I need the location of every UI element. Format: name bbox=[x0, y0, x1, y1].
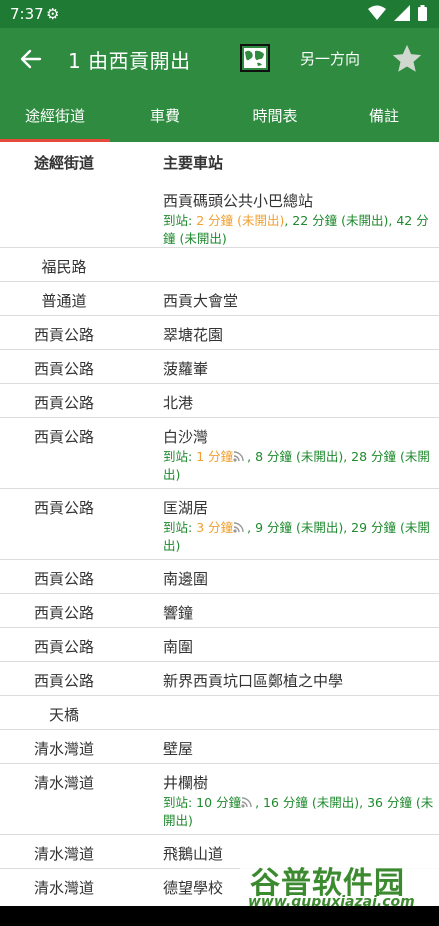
tab-timetable[interactable]: 時間表 bbox=[220, 90, 330, 142]
list-item[interactable]: 西貢公路 菠蘿輋 bbox=[0, 350, 439, 384]
stop-name: 飛鵝山道 bbox=[163, 845, 224, 863]
list-item[interactable]: 西貢公路 南邊圍 bbox=[0, 560, 439, 594]
battery-icon bbox=[418, 5, 427, 21]
tab-fare[interactable]: 車費 bbox=[110, 90, 220, 142]
street-name: 西貢公路 bbox=[33, 604, 94, 622]
list-item[interactable]: 西貢公路 匡湖居 到站: 3 分鐘, 9 分鐘 (未開出), 29 分鐘 (未開… bbox=[0, 489, 439, 560]
eta-text: 到站: 3 分鐘, 9 分鐘 (未開出), 29 分鐘 (未開出) bbox=[163, 520, 430, 553]
stop-name: 壁屋 bbox=[163, 740, 194, 758]
stop-name: 響鐘 bbox=[163, 604, 194, 622]
stop-name: 南邊圍 bbox=[163, 570, 209, 588]
list-item[interactable]: 西貢公路 白沙灣 到站: 1 分鐘, 8 分鐘 (未開出), 28 分鐘 (未開… bbox=[0, 418, 439, 489]
street-name: 天橋 bbox=[48, 706, 79, 724]
list-item[interactable]: 福民路 bbox=[0, 248, 439, 282]
gear-icon: ⚙ bbox=[46, 5, 60, 23]
eta-text: 到站: 2 分鐘 (未開出), 22 分鐘 (未開出), 42 分鐘 (未開出) bbox=[163, 213, 429, 246]
route-stop-list[interactable]: 途經街道 主要車站 西貢碼頭公共小巴總站 到站: 2 分鐘 (未開出), 22 … bbox=[0, 142, 439, 903]
header-stop: 主要車站 bbox=[163, 154, 224, 172]
header-street: 途經街道 bbox=[33, 154, 94, 172]
street-name: 清水灣道 bbox=[33, 774, 94, 792]
list-item[interactable]: 西貢公路 南圍 bbox=[0, 628, 439, 662]
stop-name: 新界西貢坑口區鄭植之中學 bbox=[163, 672, 344, 690]
tab-remarks[interactable]: 備註 bbox=[329, 90, 439, 142]
street-name: 西貢公路 bbox=[33, 570, 94, 588]
star-icon[interactable] bbox=[390, 42, 424, 76]
list-item[interactable]: 清水灣道 井欄樹 到站: 10 分鐘, 16 分鐘 (未開出), 36 分鐘 (… bbox=[0, 764, 439, 835]
stop-name: 南圍 bbox=[163, 638, 194, 656]
status-icons bbox=[368, 5, 427, 21]
stop-name: 北港 bbox=[163, 394, 194, 412]
street-name: 西貢公路 bbox=[33, 638, 94, 656]
list-item[interactable]: 天橋 bbox=[0, 696, 439, 730]
stop-name: 西貢碼頭公共小巴總站 bbox=[163, 192, 314, 210]
wifi-icon bbox=[368, 5, 386, 20]
app-bar: 1 由西貢開出 另一方向 bbox=[0, 28, 439, 90]
street-name: 西貢公路 bbox=[33, 499, 94, 517]
list-item[interactable]: 西貢公路 北港 bbox=[0, 384, 439, 418]
street-name: 西貢公路 bbox=[33, 672, 94, 690]
list-item[interactable]: 西貢公路 新界西貢坑口區鄭植之中學 bbox=[0, 662, 439, 696]
map-icon[interactable] bbox=[240, 44, 270, 72]
street-name: 福民路 bbox=[41, 258, 87, 276]
other-direction-button[interactable]: 另一方向 bbox=[300, 48, 360, 69]
signal-icon bbox=[394, 5, 410, 21]
list-item[interactable]: 普通道 西貢大會堂 bbox=[0, 282, 439, 316]
status-time: 7:37 bbox=[10, 5, 44, 23]
list-item[interactable]: 西貢公路 響鐘 bbox=[0, 594, 439, 628]
realtime-signal-icon bbox=[233, 451, 244, 462]
street-name: 普通道 bbox=[41, 292, 87, 310]
list-item[interactable]: 西貢公路 翠塘花園 bbox=[0, 316, 439, 350]
status-bar: 7:37 ⚙ bbox=[0, 0, 439, 28]
list-item[interactable]: 西貢碼頭公共小巴總站 到站: 2 分鐘 (未開出), 22 分鐘 (未開出), … bbox=[0, 182, 439, 248]
street-name: 西貢公路 bbox=[33, 360, 94, 378]
stop-name: 西貢大會堂 bbox=[163, 292, 239, 310]
street-name: 清水灣道 bbox=[33, 879, 94, 897]
list-header: 途經街道 主要車站 bbox=[0, 142, 439, 182]
stop-name: 翠塘花園 bbox=[163, 326, 224, 344]
tab-bar: 途經街道 車費 時間表 備註 bbox=[0, 90, 439, 142]
stop-name: 德望學校 bbox=[163, 879, 224, 897]
street-name: 清水灣道 bbox=[33, 740, 94, 758]
street-name: 清水灣道 bbox=[33, 845, 94, 863]
eta-text: 到站: 10 分鐘, 16 分鐘 (未開出), 36 分鐘 (未開出) bbox=[163, 795, 434, 828]
street-name: 西貢公路 bbox=[33, 428, 94, 446]
eta-text: 到站: 1 分鐘, 8 分鐘 (未開出), 28 分鐘 (未開出) bbox=[163, 449, 430, 482]
stop-name: 匡湖居 bbox=[163, 499, 209, 517]
page-title: 1 由西貢開出 bbox=[68, 49, 191, 73]
realtime-signal-icon bbox=[233, 522, 244, 533]
street-name: 西貢公路 bbox=[33, 326, 94, 344]
realtime-signal-icon bbox=[241, 797, 252, 808]
stop-name: 菠蘿輋 bbox=[163, 360, 209, 378]
stop-name: 白沙灣 bbox=[163, 428, 209, 446]
street-name: 西貢公路 bbox=[33, 394, 94, 412]
back-arrow-icon[interactable] bbox=[14, 42, 48, 76]
list-item[interactable]: 清水灣道 壁屋 bbox=[0, 730, 439, 764]
stop-name: 井欄樹 bbox=[163, 774, 209, 792]
tab-streets[interactable]: 途經街道 bbox=[0, 90, 110, 142]
navigation-bar bbox=[0, 906, 439, 926]
